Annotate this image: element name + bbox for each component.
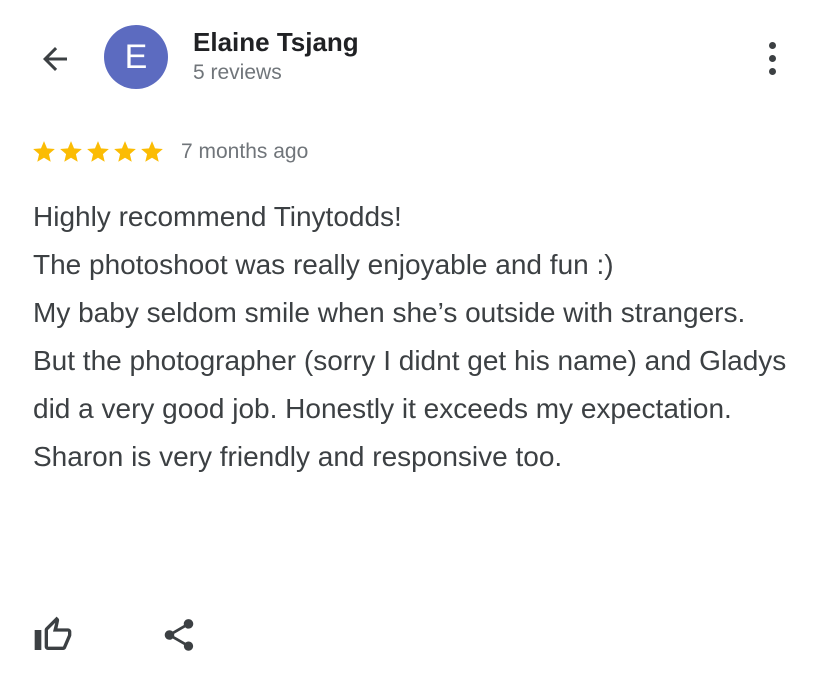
like-button[interactable] — [30, 612, 76, 658]
avatar[interactable]: E — [104, 25, 168, 89]
review-line: Sharon is very friendly and responsive t… — [33, 441, 563, 472]
share-button[interactable] — [156, 612, 202, 658]
review-actions — [30, 612, 202, 658]
star-icon — [33, 141, 55, 162]
share-icon — [164, 619, 194, 651]
review-text: Highly recommend Tinytodds! The photosho… — [33, 193, 803, 481]
back-button[interactable] — [34, 38, 76, 80]
rating-row: 7 months ago — [31, 136, 308, 168]
star-icon — [114, 141, 136, 162]
star-rating — [31, 139, 165, 165]
review-time: 7 months ago — [181, 140, 309, 163]
avatar-letter: E — [124, 37, 148, 76]
more-vert-icon-dot — [768, 67, 776, 75]
arrow-left-icon — [43, 47, 67, 71]
thumbs-up-icon — [34, 616, 72, 650]
review-line: Highly recommend Tinytodds! — [33, 201, 402, 232]
star-icon — [87, 141, 109, 162]
review-line: But the photographer (sorry I didnt get … — [33, 345, 787, 424]
review-line: The photoshoot was really enjoyable and … — [33, 249, 614, 280]
star-icon — [60, 141, 82, 162]
star-icon — [141, 141, 163, 162]
author-name[interactable]: Elaine Tsjang — [193, 27, 359, 58]
review-count: 5 reviews — [193, 61, 282, 84]
more-vert-icon-dot — [768, 54, 776, 62]
review-line: My baby seldom smile when she’s outside … — [33, 297, 746, 328]
more-vert-icon — [768, 41, 776, 49]
more-options-button[interactable] — [752, 36, 792, 80]
review-detail-page: E Elaine Tsjang 5 reviews 7 months ago H… — [0, 0, 826, 685]
